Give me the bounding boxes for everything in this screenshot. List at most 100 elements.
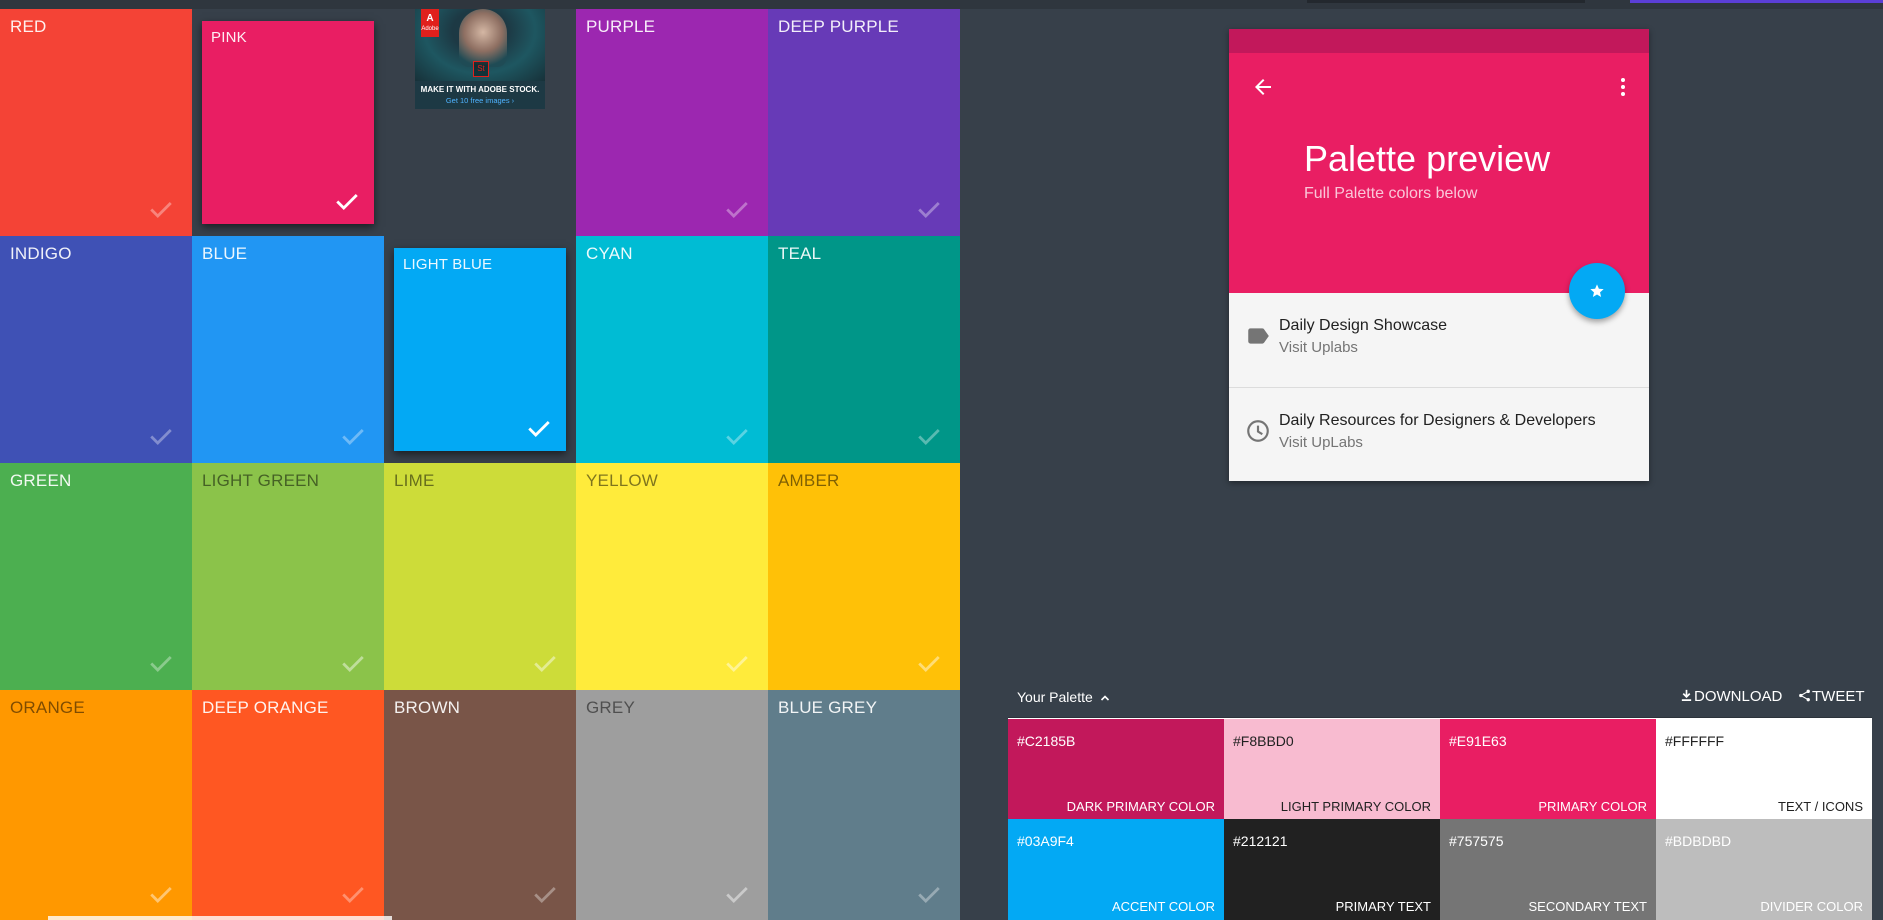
color-tile-label: INDIGO bbox=[10, 244, 72, 263]
check-icon bbox=[340, 423, 366, 449]
check-icon bbox=[916, 196, 942, 222]
color-tile-label: DEEP ORANGE bbox=[202, 698, 329, 717]
palette-swatch[interactable]: #F8BBD0 LIGHT PRIMARY COLOR bbox=[1224, 719, 1440, 820]
color-tile-grey[interactable]: GREY bbox=[576, 690, 768, 920]
share-icon bbox=[1799, 689, 1810, 702]
check-icon bbox=[340, 881, 366, 907]
color-tile-deep-orange[interactable]: DEEP ORANGE bbox=[192, 690, 384, 920]
color-tile-red[interactable]: RED bbox=[0, 9, 192, 236]
preview-subtitle: Full Palette colors below bbox=[1304, 185, 1478, 202]
check-icon bbox=[532, 881, 558, 907]
swatch-hex: #03A9F4 bbox=[1017, 833, 1074, 849]
preview-app-bar: Palette preview Full Palette colors belo… bbox=[1229, 53, 1649, 293]
color-tile-label: AMBER bbox=[778, 471, 840, 490]
tweet-label: TWEET bbox=[1812, 688, 1865, 705]
color-tile-label: LIGHT GREEN bbox=[202, 471, 320, 490]
top-strip-accent bbox=[1630, 0, 1883, 3]
check-icon bbox=[916, 423, 942, 449]
check-icon bbox=[334, 188, 360, 214]
swatch-role: DARK PRIMARY COLOR bbox=[1066, 799, 1215, 814]
palette-toggle[interactable]: Your Palette bbox=[1017, 689, 1110, 705]
palette-swatch[interactable]: #C2185B DARK PRIMARY COLOR bbox=[1008, 719, 1224, 820]
palette-swatch[interactable]: #212121 PRIMARY TEXT bbox=[1224, 819, 1440, 920]
more-vert-icon[interactable] bbox=[1611, 75, 1635, 99]
color-tile-light-blue[interactable]: LIGHT BLUE bbox=[394, 248, 566, 451]
ad-brand: Adobe bbox=[421, 26, 439, 32]
arrow-back-icon[interactable] bbox=[1251, 75, 1275, 99]
color-tile-light-green[interactable]: LIGHT GREEN bbox=[192, 463, 384, 690]
color-tile-label: BLUE GREY bbox=[778, 698, 878, 717]
ad-cta-link[interactable]: Get 10 free images › bbox=[415, 96, 545, 105]
your-palette-panel: Your Palette DOWNLOAD TWEET #C2185B DARK … bbox=[1008, 676, 1872, 920]
color-tile-label: YELLOW bbox=[586, 471, 659, 490]
palette-swatch[interactable]: #E91E63 PRIMARY COLOR bbox=[1440, 719, 1656, 820]
color-tile-label: BLUE bbox=[202, 244, 248, 263]
clock-icon bbox=[1245, 418, 1271, 444]
swatch-role: LIGHT PRIMARY COLOR bbox=[1280, 799, 1431, 814]
swatch-role: PRIMARY COLOR bbox=[1538, 799, 1647, 814]
color-tile-pink[interactable]: PINK bbox=[202, 21, 374, 224]
color-tile-brown[interactable]: BROWN bbox=[384, 690, 576, 920]
star-fab-button[interactable] bbox=[1569, 263, 1625, 319]
adobe-stock-ad[interactable]: A Adobe St MAKE IT WITH ADOBE STOCK. Get … bbox=[415, 9, 545, 109]
download-button[interactable]: DOWNLOAD bbox=[1680, 688, 1782, 705]
ad-headline: MAKE IT WITH ADOBE STOCK. bbox=[420, 85, 540, 94]
swatch-role: SECONDARY TEXT bbox=[1528, 899, 1647, 914]
color-tile-deep-purple[interactable]: DEEP PURPLE bbox=[768, 9, 960, 236]
swatch-role: PRIMARY TEXT bbox=[1335, 899, 1431, 914]
color-tile-blue[interactable]: BLUE bbox=[192, 236, 384, 463]
palette-title: Your Palette bbox=[1017, 689, 1093, 705]
color-tile-label: BROWN bbox=[394, 698, 461, 717]
star-icon bbox=[1590, 284, 1604, 297]
color-tile-label: ORANGE bbox=[10, 698, 85, 717]
palette-swatch[interactable]: #757575 SECONDARY TEXT bbox=[1440, 819, 1656, 920]
swatch-hex: #FFFFFF bbox=[1665, 733, 1725, 749]
color-tile-label: LIME bbox=[394, 471, 435, 490]
check-icon bbox=[340, 650, 366, 676]
color-tile-cyan[interactable]: CYAN bbox=[576, 236, 768, 463]
color-tile-indigo[interactable]: INDIGO bbox=[0, 236, 192, 463]
adobe-logo: A Adobe bbox=[421, 9, 439, 37]
adobe-stock-logo: St bbox=[473, 61, 489, 77]
list-item[interactable]: Daily Resources for Designers & Develope… bbox=[1229, 388, 1649, 474]
color-tile-amber[interactable]: AMBER bbox=[768, 463, 960, 690]
swatch-hex: #E91E63 bbox=[1449, 733, 1507, 749]
color-tile-label: TEAL bbox=[778, 244, 822, 263]
swatch-hex: #757575 bbox=[1449, 833, 1504, 849]
check-icon bbox=[916, 881, 942, 907]
tweet-button[interactable]: TWEET bbox=[1798, 688, 1865, 705]
color-tile-label: LIGHT BLUE bbox=[403, 256, 493, 273]
color-tile-lime[interactable]: LIME bbox=[384, 463, 576, 690]
color-tile-orange[interactable]: ORANGE bbox=[0, 690, 192, 920]
color-tile-teal[interactable]: TEAL bbox=[768, 236, 960, 463]
check-icon bbox=[532, 650, 558, 676]
color-tile-label: PINK bbox=[211, 29, 247, 46]
download-label: DOWNLOAD bbox=[1694, 688, 1783, 705]
swatch-hex: #F8BBD0 bbox=[1233, 733, 1294, 749]
palette-swatch[interactable]: #03A9F4 ACCENT COLOR bbox=[1008, 819, 1224, 920]
check-icon bbox=[526, 415, 552, 441]
list-item-subtitle: Visit Uplabs bbox=[1279, 339, 1358, 356]
color-tile-green[interactable]: GREEN bbox=[0, 463, 192, 690]
check-icon bbox=[148, 423, 174, 449]
color-grid: RED PINK PURPLE DEEP PURPLE INDIGO BLUE LIGHT … bbox=[0, 9, 960, 920]
check-icon bbox=[148, 881, 174, 907]
download-icon bbox=[1681, 689, 1692, 701]
palette-swatch[interactable]: #BDBDBD DIVIDER COLOR bbox=[1656, 819, 1872, 920]
label-icon bbox=[1245, 323, 1271, 349]
color-tile-purple[interactable]: PURPLE bbox=[576, 9, 768, 236]
color-tile-blue-grey[interactable]: BLUE GREY bbox=[768, 690, 960, 920]
color-tile-label: DEEP PURPLE bbox=[778, 17, 899, 36]
color-tile-yellow[interactable]: YELLOW bbox=[576, 463, 768, 690]
palette-swatch[interactable]: #FFFFFF TEXT / ICONS bbox=[1656, 719, 1872, 820]
swatch-role: DIVIDER COLOR bbox=[1760, 899, 1863, 914]
preview-title: Palette preview bbox=[1304, 138, 1551, 179]
check-icon bbox=[724, 423, 750, 449]
check-icon bbox=[916, 650, 942, 676]
color-tile-label: RED bbox=[10, 17, 47, 36]
color-tile-label: GREEN bbox=[10, 471, 72, 490]
top-strip bbox=[0, 0, 1883, 9]
horizontal-scrollbar[interactable] bbox=[48, 916, 392, 920]
list-item-title: Daily Design Showcase bbox=[1279, 317, 1448, 334]
color-tile-label: CYAN bbox=[586, 244, 633, 263]
